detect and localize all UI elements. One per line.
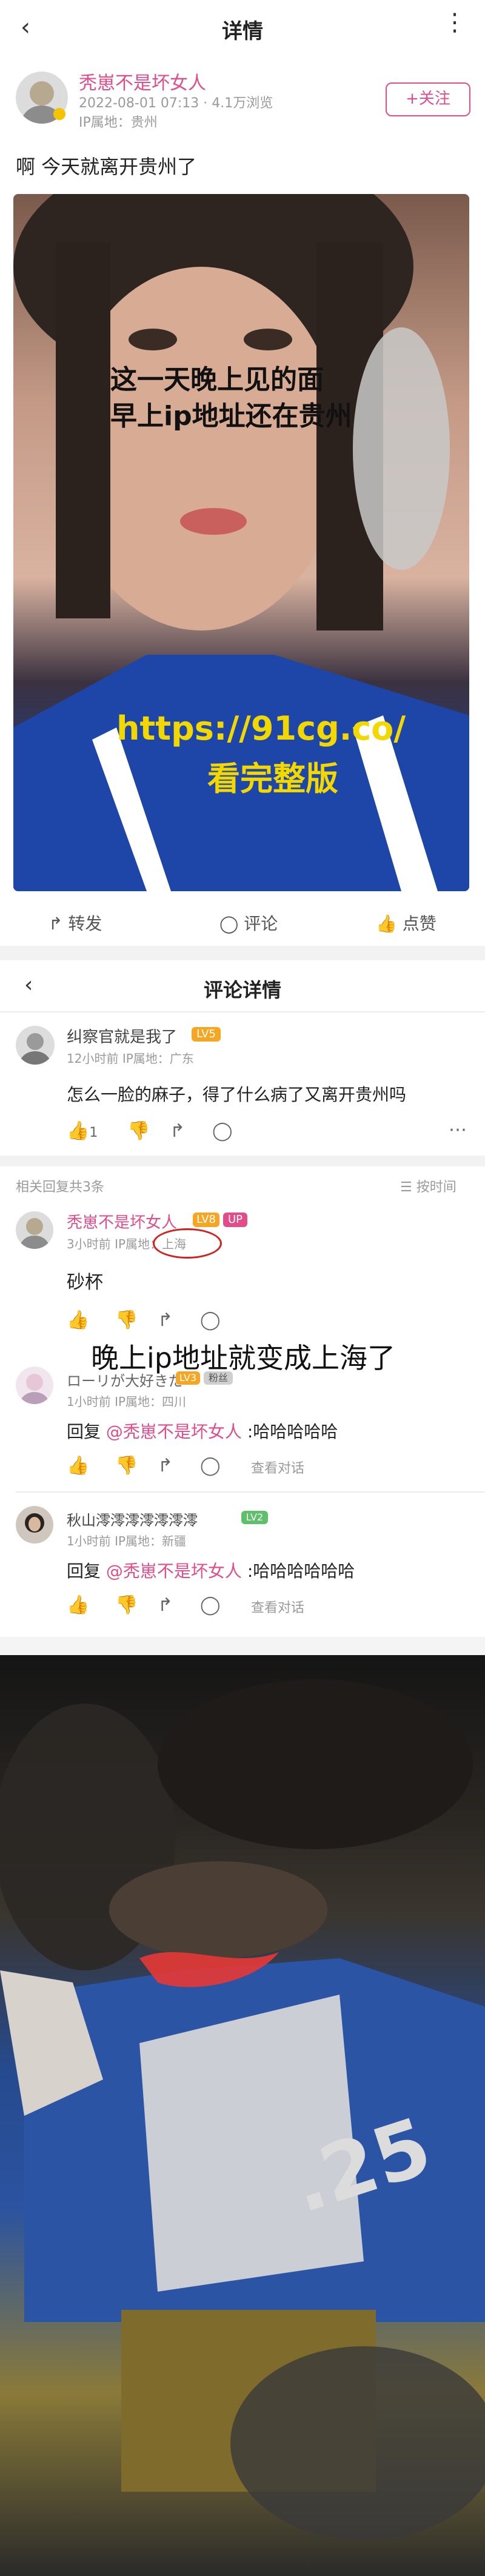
comment-like-button[interactable]: 👍1 bbox=[67, 1120, 98, 1142]
level-badge: LV2 bbox=[241, 1511, 268, 1524]
avatar-image bbox=[25, 1513, 44, 1533]
thumbs-down-icon[interactable]: 👎 bbox=[115, 1594, 138, 1616]
level-badge: LV5 bbox=[192, 1027, 221, 1042]
post-views: 4.1万浏览 bbox=[212, 96, 273, 111]
mention-link[interactable]: @秃崽不是坏女人 bbox=[106, 1561, 242, 1581]
post-meta: 2022-08-01 07:13 · 4.1万浏览 bbox=[79, 96, 273, 111]
comment-icon: ◯ bbox=[219, 914, 239, 934]
like-button[interactable]: 👍 点赞 bbox=[376, 911, 436, 935]
comment-detail-title: 评论详情 bbox=[203, 979, 281, 1002]
view-conversation-link[interactable]: 查看对话 bbox=[251, 1457, 304, 1477]
sort-icon: ☰ bbox=[400, 1180, 412, 1195]
comment-meta: 12小时前 IP属地：广东 bbox=[67, 1051, 194, 1066]
image-caption-line1: 这一天晚上见的面 bbox=[110, 364, 324, 395]
reply-text: 回复 @秃崽不是坏女人 :哈哈哈哈哈哈 bbox=[67, 1561, 355, 1581]
watermark-text: 看完整版 bbox=[207, 760, 338, 798]
reply-author[interactable]: 秋山澪澪澪澪澪澪澪 bbox=[67, 1508, 198, 1530]
thumbs-down-icon[interactable]: 👎 bbox=[115, 1455, 138, 1476]
section-divider bbox=[0, 1156, 485, 1166]
reply-author[interactable]: ローリが大好きだ bbox=[67, 1369, 183, 1390]
level-badge: LV3 bbox=[176, 1371, 200, 1385]
sort-button[interactable]: ☰ 按时间 bbox=[400, 1176, 457, 1196]
avatar-image bbox=[19, 1218, 50, 1249]
share-icon[interactable]: ↱ bbox=[158, 1594, 173, 1616]
post-ip: IP属地：贵州 bbox=[79, 115, 158, 130]
share-icon[interactable]: ↱ bbox=[158, 1310, 173, 1331]
avatar-image bbox=[19, 1033, 51, 1065]
post-image[interactable]: 这一天晚上见的面 早上ip地址还在贵州 https://91cg.co/ 看完整… bbox=[13, 194, 469, 891]
level-badge: LV8 bbox=[193, 1213, 219, 1227]
reply-meta: 1小时前 IP属地：四川 bbox=[67, 1394, 187, 1409]
reply-divider bbox=[16, 1491, 485, 1493]
mention-link[interactable]: @秃崽不是坏女人 bbox=[106, 1422, 242, 1442]
commenter-avatar[interactable] bbox=[16, 1026, 55, 1065]
reply-avatar[interactable] bbox=[16, 1506, 53, 1544]
share-icon[interactable]: ↱ bbox=[158, 1455, 173, 1476]
thumbs-down-icon[interactable]: 👎 bbox=[115, 1310, 138, 1331]
thumbs-up-icon: 👍 bbox=[376, 914, 397, 934]
view-conversation-link[interactable]: 查看对话 bbox=[251, 1597, 304, 1616]
reply-text: 回复 @秃崽不是坏女人 :哈哈哈哈哈 bbox=[67, 1422, 338, 1442]
reply-text: 砂杯 bbox=[67, 1272, 103, 1293]
verified-badge-icon bbox=[53, 108, 65, 120]
post-author[interactable]: 秃崽不是坏女人 bbox=[79, 68, 206, 95]
thumbs-down-icon[interactable]: 👎 bbox=[127, 1120, 150, 1142]
share-button[interactable]: ↱ 转发 bbox=[48, 911, 102, 935]
top-bar: ‹ 详情 ⋮ bbox=[0, 0, 485, 58]
more-vertical-icon[interactable]: ⋮ bbox=[443, 8, 467, 36]
reply-avatar[interactable] bbox=[16, 1211, 53, 1249]
up-badge: UP bbox=[223, 1213, 247, 1227]
reply-icon[interactable]: ◯ bbox=[200, 1310, 221, 1331]
more-horizontal-icon[interactable]: ⋯ bbox=[449, 1119, 467, 1140]
post-text: 啊 今天就离开贵州了 bbox=[16, 155, 197, 178]
header-line bbox=[0, 1011, 485, 1012]
replies-count: 相关回复共3条 bbox=[16, 1180, 104, 1195]
reply-meta: 1小时前 IP属地：新疆 bbox=[67, 1534, 187, 1548]
page-title: 详情 bbox=[222, 19, 263, 44]
comment-button[interactable]: ◯ 评论 bbox=[219, 911, 278, 935]
thumbs-up-icon[interactable]: 👍 bbox=[67, 1594, 89, 1616]
reply-avatar[interactable] bbox=[16, 1367, 53, 1404]
share-icon: ↱ bbox=[48, 914, 63, 934]
section-divider bbox=[0, 946, 485, 960]
thumbs-up-icon[interactable]: 👍 bbox=[67, 1310, 89, 1331]
reply-icon[interactable]: ◯ bbox=[212, 1120, 233, 1142]
section-divider bbox=[0, 1637, 485, 1655]
reply-icon[interactable]: ◯ bbox=[200, 1594, 221, 1616]
follow-button[interactable]: +关注 bbox=[386, 82, 470, 116]
watermark-url: https://91cg.co/ bbox=[116, 709, 406, 748]
reply-author[interactable]: 秃崽不是坏女人 bbox=[67, 1210, 177, 1233]
comment-text: 怎么一脸的麻子，得了什么病了又离开贵州吗 bbox=[67, 1085, 407, 1105]
thumbs-up-icon[interactable]: 👍 bbox=[67, 1455, 89, 1476]
commenter-name[interactable]: 纠察官就是我了 bbox=[67, 1025, 177, 1047]
share-icon[interactable]: ↱ bbox=[170, 1120, 185, 1142]
reply-icon[interactable]: ◯ bbox=[200, 1455, 221, 1476]
image-caption-line2: 早上ip地址还在贵州 bbox=[110, 401, 352, 432]
red-circle-annotation bbox=[153, 1228, 222, 1259]
bottom-photo[interactable]: .25 bbox=[0, 1655, 485, 2576]
post-date: 2022-08-01 07:13 bbox=[79, 96, 199, 111]
night-photo-illustration: .25 bbox=[0, 1679, 485, 2540]
thumbs-up-icon: 👍 bbox=[67, 1120, 90, 1142]
fan-badge: 粉丝 bbox=[204, 1371, 233, 1385]
avatar-image bbox=[20, 1374, 49, 1404]
